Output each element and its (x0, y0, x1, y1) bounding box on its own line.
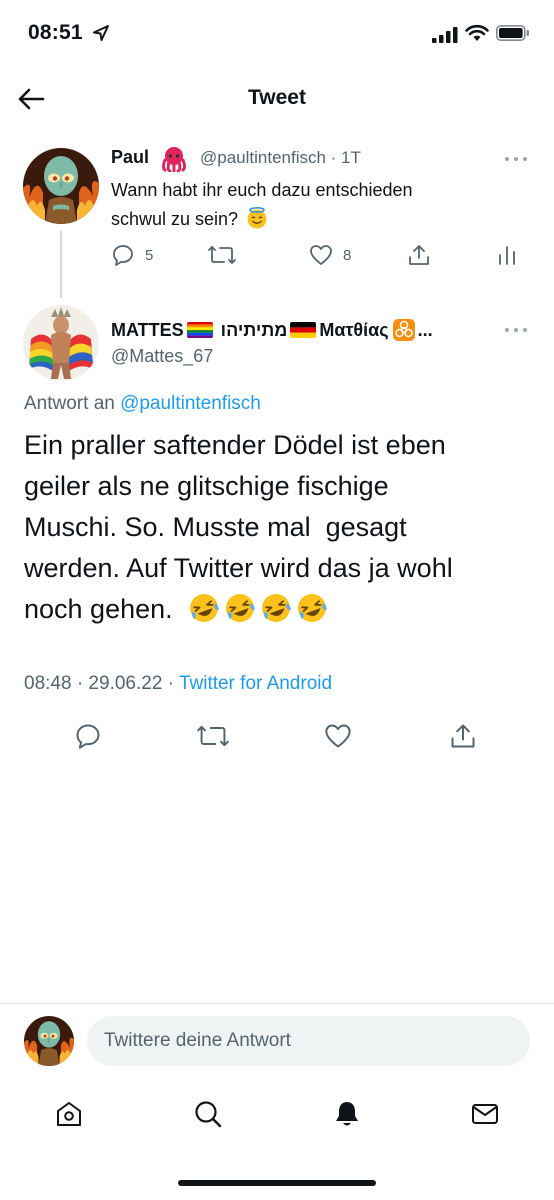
octopus-emoji-icon (162, 147, 186, 172)
reply-prefix: Antwort an (24, 393, 115, 414)
like-icon (325, 724, 351, 748)
bell-icon (336, 1102, 358, 1126)
status-bar: 08:51 (0, 0, 554, 66)
emoji-group (188, 594, 332, 624)
like-icon (310, 245, 332, 265)
tab-messages[interactable] (463, 1092, 507, 1136)
tab-home[interactable] (47, 1092, 91, 1136)
divider (0, 1003, 554, 1004)
tweet-text-segment: noch gehen. (24, 594, 173, 624)
squidward-avatar-image (23, 148, 99, 224)
tweet-text: Wann habt ihr euch dazu entschieden schw… (111, 176, 531, 234)
reply-context: Antwort an @paultintenfisch (24, 393, 261, 415)
laughing-emoji-icon (298, 594, 327, 622)
avatar[interactable] (23, 148, 99, 224)
tweet-text-line: Wann habt ihr euch dazu entschieden (111, 180, 413, 200)
location-arrow-icon (93, 25, 109, 41)
mail-icon (472, 1104, 498, 1124)
tweet-meta: 08:48 · 29.06.22 · Twitter for Android (24, 673, 332, 695)
timestamp: 08:48 · 29.06.22 · (24, 673, 179, 694)
retweet-button[interactable] (208, 240, 236, 270)
laughing-emoji-icon (226, 594, 255, 622)
reply-button[interactable]: 5 (111, 240, 153, 270)
germany-flag-icon (290, 322, 317, 338)
tweet-actions (0, 718, 554, 754)
header: Tweet (0, 74, 554, 122)
author-name-ellipsis: ... (417, 319, 433, 340)
author-handle[interactable]: @paultintenfisch · 1T (200, 148, 361, 168)
squidward-avatar-image (24, 1016, 74, 1066)
tab-notifications[interactable] (325, 1092, 369, 1136)
reply-handle-link[interactable]: @paultintenfisch (120, 393, 261, 414)
retweet-icon (197, 725, 229, 747)
share-icon (409, 245, 429, 265)
tab-search[interactable] (186, 1092, 230, 1136)
wifi-icon (465, 24, 489, 41)
share-icon (451, 724, 475, 748)
laughing-emoji-icon (262, 594, 291, 622)
rainbow-flag-icon (186, 322, 213, 338)
author-name[interactable]: Paul (111, 147, 149, 168)
author-name-segment: MATTES (111, 319, 184, 340)
reply-button[interactable] (70, 718, 106, 754)
laughing-emoji-icon (190, 594, 219, 622)
mattes-avatar-image (23, 305, 99, 381)
retweet-icon (208, 246, 236, 264)
reply-icon (76, 724, 100, 749)
home-indicator (178, 1180, 376, 1186)
reply-input[interactable]: Twittere deine Antwort (87, 1016, 530, 1066)
tweet-text-segment: schwul zu sein? (111, 209, 239, 229)
battery-icon (496, 25, 529, 41)
tweet-text-line: Muschi. So. Musste mal gesagt (24, 512, 407, 542)
more-icon[interactable] (505, 155, 527, 163)
retweet-button[interactable] (195, 718, 231, 754)
tweet-text: Ein praller saftender Dödel ist eben gei… (24, 425, 529, 630)
author-handle[interactable]: @Mattes_67 (111, 346, 213, 367)
share-button[interactable] (407, 240, 431, 270)
halo-emoji-icon (247, 206, 267, 229)
like-button[interactable]: 8 (309, 240, 351, 270)
avatar[interactable] (23, 305, 99, 381)
source-link[interactable]: Twitter for Android (179, 673, 332, 694)
author-name-segment: Ματθίας (319, 319, 389, 340)
page-title: Tweet (248, 86, 306, 109)
search-icon (195, 1101, 222, 1128)
tweet-text-line: noch gehen. (24, 589, 529, 630)
more-icon[interactable] (505, 326, 527, 334)
tweet-text-line: geiler als ne glitschige fischige (24, 471, 389, 501)
status-time: 08:51 (28, 21, 83, 44)
like-count: 8 (343, 246, 352, 264)
share-button[interactable] (445, 718, 481, 754)
tweet-text-line: Ein praller saftender Dödel ist eben (24, 430, 446, 460)
author-name-segment: מתיתיהו (220, 319, 288, 340)
reply-icon (113, 245, 133, 266)
author-name[interactable]: MATTES מתיתיהו Ματθίας ... (111, 318, 491, 342)
tweet-text-line: schwul zu sein? (111, 205, 531, 234)
avatar[interactable] (24, 1016, 74, 1066)
analytics-icon (499, 246, 515, 265)
home-icon (57, 1102, 81, 1126)
analytics-button[interactable] (497, 240, 517, 270)
thread-line (60, 231, 62, 298)
tweet-text-line: werden. Auf Twitter wird das ja wohl (24, 553, 453, 583)
biohazard-icon (392, 319, 415, 341)
tweet-actions: 5 8 (111, 240, 531, 270)
reply-count: 5 (145, 246, 154, 264)
signal-icon (432, 27, 458, 43)
like-button[interactable] (320, 718, 356, 754)
